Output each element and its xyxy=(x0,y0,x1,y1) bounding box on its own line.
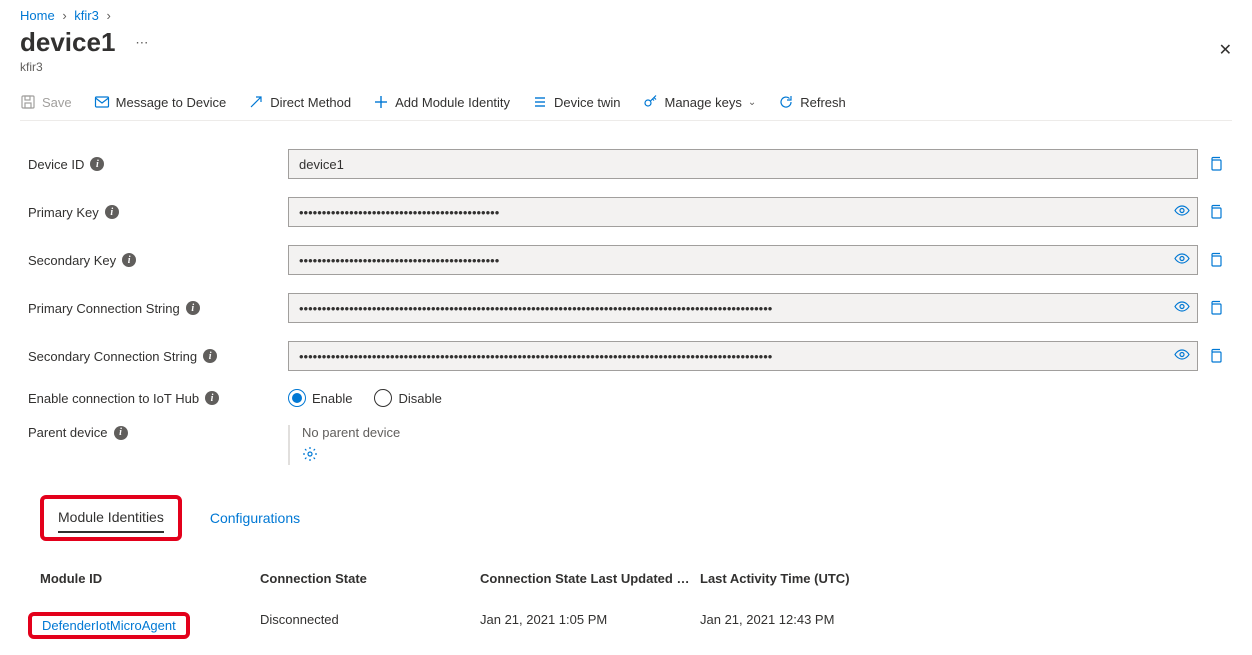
copy-icon[interactable] xyxy=(1208,156,1224,172)
eye-icon[interactable] xyxy=(1174,347,1190,366)
chevron-right-icon: › xyxy=(106,8,110,23)
device-id-input[interactable] xyxy=(288,149,1198,179)
key-icon xyxy=(643,94,659,110)
label-device-id: Device ID xyxy=(28,157,84,172)
info-icon[interactable]: i xyxy=(105,205,119,219)
label-primary-conn: Primary Connection String xyxy=(28,301,180,316)
info-icon[interactable]: i xyxy=(205,391,219,405)
breadcrumb-home[interactable]: Home xyxy=(20,8,55,23)
refresh-button[interactable]: Refresh xyxy=(778,94,846,110)
eye-icon[interactable] xyxy=(1174,299,1190,318)
label-parent: Parent device xyxy=(28,425,108,440)
label-primary-key: Primary Key xyxy=(28,205,99,220)
envelope-icon xyxy=(94,94,110,110)
save-button: Save xyxy=(20,94,72,110)
list-icon xyxy=(532,94,548,110)
radio-disable[interactable]: Disable xyxy=(374,389,441,407)
message-button[interactable]: Message to Device xyxy=(94,94,227,110)
breadcrumb: Home › kfir3 › xyxy=(20,8,1232,23)
cell-conn-state: Disconnected xyxy=(260,612,480,639)
breadcrumb-hub[interactable]: kfir3 xyxy=(74,8,99,23)
info-icon[interactable]: i xyxy=(186,301,200,315)
toolbar: Save Message to Device Direct Method Add… xyxy=(20,80,1232,121)
save-icon xyxy=(20,94,36,110)
col-module-id[interactable]: Module ID xyxy=(40,571,260,586)
col-last-updated[interactable]: Connection State Last Updated … xyxy=(480,571,700,586)
col-conn-state[interactable]: Connection State xyxy=(260,571,480,586)
direct-icon xyxy=(248,94,264,110)
close-icon[interactable]: ✕ xyxy=(1219,40,1232,60)
copy-icon[interactable] xyxy=(1208,348,1224,364)
cell-last-activity: Jan 21, 2021 12:43 PM xyxy=(700,612,920,639)
tab-module-identities[interactable]: Module Identities xyxy=(58,503,164,533)
info-icon[interactable]: i xyxy=(90,157,104,171)
label-secondary-key: Secondary Key xyxy=(28,253,116,268)
manage-keys-button[interactable]: Manage keys ⌄ xyxy=(643,94,757,110)
refresh-icon xyxy=(778,94,794,110)
copy-icon[interactable] xyxy=(1208,252,1224,268)
highlight-module-identities: Module Identities xyxy=(40,495,182,541)
page-title: device1 xyxy=(20,27,115,58)
parent-device-value: No parent device xyxy=(302,425,400,440)
cell-last-updated: Jan 21, 2021 1:05 PM xyxy=(480,612,700,639)
highlight-module-link: DefenderIotMicroAgent xyxy=(28,612,190,639)
chevron-right-icon: › xyxy=(62,8,66,23)
primary-conn-input[interactable] xyxy=(288,293,1198,323)
more-icon[interactable]: ⋯ xyxy=(135,35,148,51)
module-link[interactable]: DefenderIotMicroAgent xyxy=(42,618,176,633)
table-header: Module ID Connection State Connection St… xyxy=(40,561,1212,604)
eye-icon[interactable] xyxy=(1174,251,1190,270)
info-icon[interactable]: i xyxy=(122,253,136,267)
label-enable-conn: Enable connection to IoT Hub xyxy=(28,391,199,406)
page-subtitle: kfir3 xyxy=(20,60,1232,74)
col-last-activity[interactable]: Last Activity Time (UTC) xyxy=(700,571,920,586)
plus-icon xyxy=(373,94,389,110)
tab-configurations[interactable]: Configurations xyxy=(210,504,300,532)
add-module-button[interactable]: Add Module Identity xyxy=(373,94,510,110)
table-row[interactable]: DefenderIotMicroAgent Disconnected Jan 2… xyxy=(40,604,1212,647)
primary-key-input[interactable] xyxy=(288,197,1198,227)
info-icon[interactable]: i xyxy=(114,426,128,440)
label-secondary-conn: Secondary Connection String xyxy=(28,349,197,364)
radio-enable[interactable]: Enable xyxy=(288,389,352,407)
copy-icon[interactable] xyxy=(1208,300,1224,316)
direct-method-button[interactable]: Direct Method xyxy=(248,94,351,110)
eye-icon[interactable] xyxy=(1174,203,1190,222)
secondary-conn-input[interactable] xyxy=(288,341,1198,371)
copy-icon[interactable] xyxy=(1208,204,1224,220)
secondary-key-input[interactable] xyxy=(288,245,1198,275)
chevron-down-icon: ⌄ xyxy=(748,97,756,108)
info-icon[interactable]: i xyxy=(203,349,217,363)
gear-icon[interactable] xyxy=(302,446,400,465)
device-twin-button[interactable]: Device twin xyxy=(532,94,620,110)
